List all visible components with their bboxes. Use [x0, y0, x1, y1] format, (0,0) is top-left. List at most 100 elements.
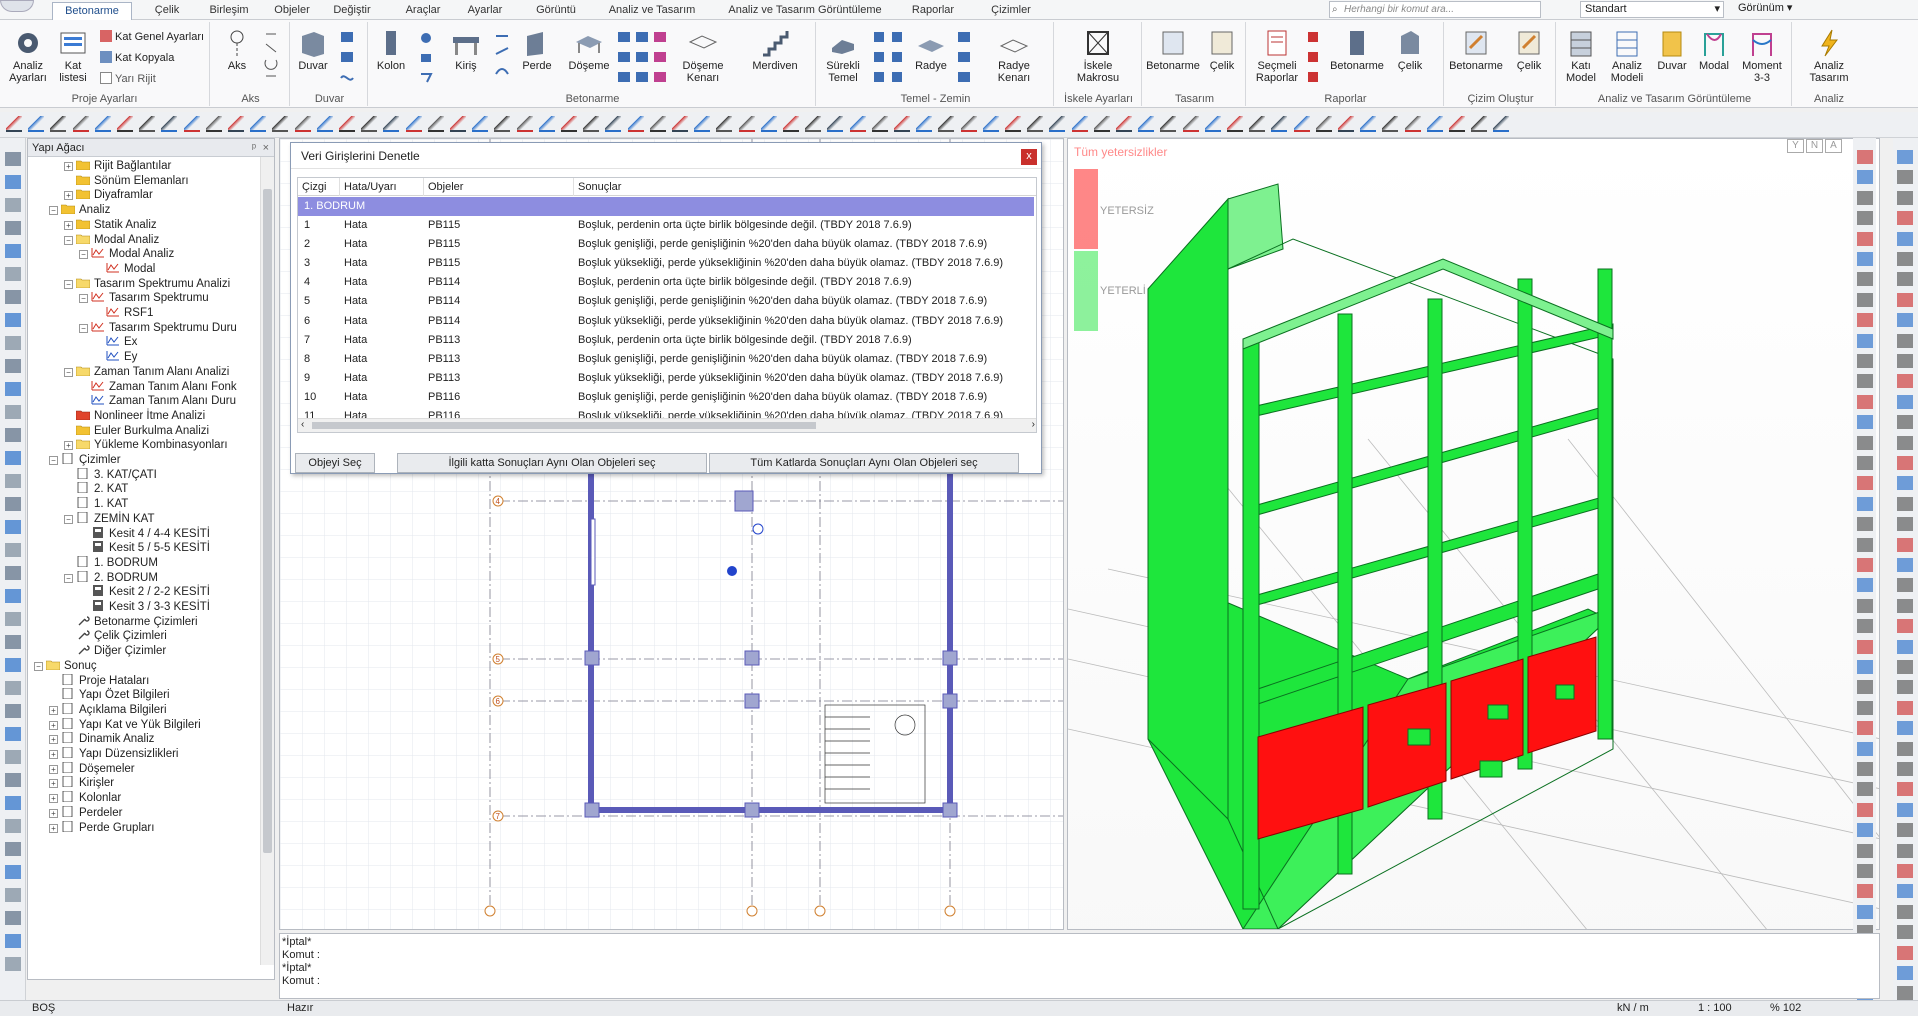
- right-tool-icon[interactable]: [1857, 415, 1873, 430]
- expand-toggle-icon[interactable]: −: [34, 661, 43, 671]
- left-tool-icon[interactable]: [5, 612, 21, 626]
- left-tool-icon[interactable]: [5, 336, 21, 350]
- toolbar-tool-icon[interactable]: [383, 116, 400, 132]
- right-tool-icon[interactable]: [1897, 292, 1913, 307]
- toolbar-tool-icon[interactable]: [1182, 116, 1199, 132]
- toolbar-tool-icon[interactable]: [1027, 116, 1044, 132]
- toolbar-tool-icon[interactable]: [405, 116, 422, 132]
- toolbar-tool-icon[interactable]: [94, 116, 111, 132]
- toolbar-tool-icon[interactable]: [760, 116, 777, 132]
- table-row[interactable]: 3 Hata PB115 Boşluk yüksekliği, perde yükse…: [298, 254, 1034, 273]
- right-tool-icon[interactable]: [1897, 537, 1913, 552]
- right-tool-icon[interactable]: [1897, 802, 1913, 817]
- toolbar-tool-icon[interactable]: [494, 116, 511, 132]
- col-sonuclar[interactable]: Sonuçlar: [574, 178, 1036, 196]
- right-tool-icon[interactable]: [1857, 802, 1873, 817]
- left-tool-icon[interactable]: [5, 865, 21, 879]
- radye-kenari-button[interactable]: Radye Kenarı: [986, 28, 1042, 84]
- right-tool-icon[interactable]: [1897, 456, 1913, 470]
- right-tool-icon[interactable]: [1857, 823, 1873, 838]
- right-tool-icon[interactable]: [1897, 660, 1913, 674]
- toolbar-tool-icon[interactable]: [1071, 116, 1088, 132]
- toolbar-tool-icon[interactable]: [982, 116, 999, 132]
- right-tool-icon[interactable]: [1857, 231, 1873, 246]
- tab-7[interactable]: Görüntü: [528, 2, 584, 20]
- toolbar-tool-icon[interactable]: [1338, 116, 1354, 132]
- toolbar-tool-icon[interactable]: [183, 116, 200, 132]
- left-tool-icon[interactable]: [5, 934, 21, 948]
- tab-1[interactable]: Çelik: [144, 2, 190, 20]
- left-tool-icon[interactable]: [5, 152, 21, 166]
- toolbar-tool-icon[interactable]: [450, 116, 466, 132]
- toolbar-tool-icon[interactable]: [6, 116, 22, 132]
- table-row[interactable]: 4 Hata PB114 Boşluk, perdenin orta üçte bir…: [298, 273, 1034, 292]
- kiris-button[interactable]: Kiriş: [446, 28, 486, 72]
- scroll-thumb[interactable]: [263, 189, 272, 853]
- toolbar-tool-icon[interactable]: [272, 116, 289, 132]
- tasarim-betonarme-button[interactable]: Betonarme: [1146, 28, 1200, 72]
- 3d-view[interactable]: Tüm yetersizlikler YETERSİZ YETERLİ Y N …: [1067, 138, 1880, 930]
- tab-5[interactable]: Araçlar: [400, 2, 446, 20]
- left-tool-icon[interactable]: [5, 451, 21, 465]
- expand-toggle-icon[interactable]: −: [79, 294, 88, 304]
- left-tool-icon[interactable]: [5, 221, 21, 235]
- toolbar-tool-icon[interactable]: [72, 116, 89, 132]
- right-tool-icon[interactable]: [1857, 598, 1873, 613]
- left-tool-icon[interactable]: [5, 957, 21, 971]
- left-tool-icon[interactable]: [5, 750, 21, 764]
- view-combo[interactable]: Görünüm ▾: [1734, 1, 1804, 18]
- close-icon[interactable]: ×: [263, 139, 269, 157]
- right-tool-icon[interactable]: [1897, 619, 1913, 634]
- kati-model-button[interactable]: Katı Model: [1560, 28, 1602, 84]
- toolbar-tool-icon[interactable]: [894, 116, 910, 132]
- secmeli-raporlar-button[interactable]: Seçmeli Raporlar: [1252, 28, 1302, 84]
- left-tool-icon[interactable]: [5, 244, 21, 258]
- right-tool-icon[interactable]: [1897, 333, 1913, 348]
- toolbar-tool-icon[interactable]: [605, 116, 622, 132]
- left-tool-icon[interactable]: [5, 888, 21, 902]
- right-tool-icon[interactable]: [1857, 170, 1873, 185]
- left-tool-icon[interactable]: [5, 290, 21, 304]
- select-object-button[interactable]: Objeyi Seç: [295, 453, 375, 473]
- select-all-floors-button[interactable]: Tüm Katlarda Sonuçları Aynı Olan Objeler…: [709, 453, 1019, 473]
- right-tool-icon[interactable]: [1857, 496, 1873, 511]
- toolbar-tool-icon[interactable]: [339, 116, 355, 132]
- table-row[interactable]: 10 Hata PB116 Boşluk genişliği, perde geniş…: [298, 388, 1034, 407]
- expand-toggle-icon[interactable]: −: [64, 279, 73, 289]
- right-tool-icon[interactable]: [1897, 558, 1913, 572]
- right-tool-icon[interactable]: [1897, 190, 1913, 205]
- expand-toggle-icon[interactable]: +: [49, 779, 58, 789]
- right-tool-icon[interactable]: [1857, 354, 1873, 368]
- table-row[interactable]: 7 Hata PB113 Boşluk, perdenin orta üçte bir…: [298, 331, 1034, 350]
- expand-toggle-icon[interactable]: +: [49, 750, 58, 759]
- toolbar-tool-icon[interactable]: [871, 116, 888, 132]
- left-tool-icon[interactable]: [5, 727, 21, 741]
- right-tool-icon[interactable]: [1857, 904, 1873, 919]
- left-tool-icon[interactable]: [5, 198, 21, 212]
- right-tool-icon[interactable]: [1897, 578, 1913, 593]
- table-row[interactable]: 2 Hata PB115 Boşluk genişliği, perde genişl…: [298, 235, 1034, 254]
- right-tool-icon[interactable]: [1857, 333, 1873, 348]
- status-scale[interactable]: 1 : 100: [1698, 1001, 1732, 1016]
- tree-vertical-scrollbar[interactable]: [260, 157, 274, 965]
- toolbar-tool-icon[interactable]: [1249, 116, 1266, 132]
- left-tool-icon[interactable]: [5, 267, 21, 281]
- toolbar-tool-icon[interactable]: [1493, 116, 1510, 132]
- col-cizgi[interactable]: Çizgi: [298, 178, 340, 196]
- right-tool-icon[interactable]: [1897, 782, 1913, 797]
- toolbar-tool-icon[interactable]: [472, 116, 489, 132]
- right-tool-icon[interactable]: [1897, 598, 1913, 613]
- right-tool-icon[interactable]: [1897, 150, 1913, 164]
- toolbar-tool-icon[interactable]: [117, 116, 133, 132]
- left-tool-icon[interactable]: [5, 313, 21, 327]
- toolbar-tool-icon[interactable]: [1005, 116, 1021, 132]
- kat-genel-ayarlari-button[interactable]: Kat Genel Ayarları: [100, 30, 204, 44]
- toolbar-tool-icon[interactable]: [1227, 116, 1243, 132]
- left-tool-icon[interactable]: [5, 819, 21, 833]
- toolbar-tool-icon[interactable]: [427, 116, 444, 132]
- axis-bubble[interactable]: [944, 905, 956, 917]
- duvar-button[interactable]: Duvar: [296, 28, 330, 72]
- status-unit[interactable]: kN / m: [1617, 1001, 1649, 1016]
- pin-icon[interactable]: ᵖ: [252, 139, 256, 157]
- toolbar-tool-icon[interactable]: [538, 116, 555, 132]
